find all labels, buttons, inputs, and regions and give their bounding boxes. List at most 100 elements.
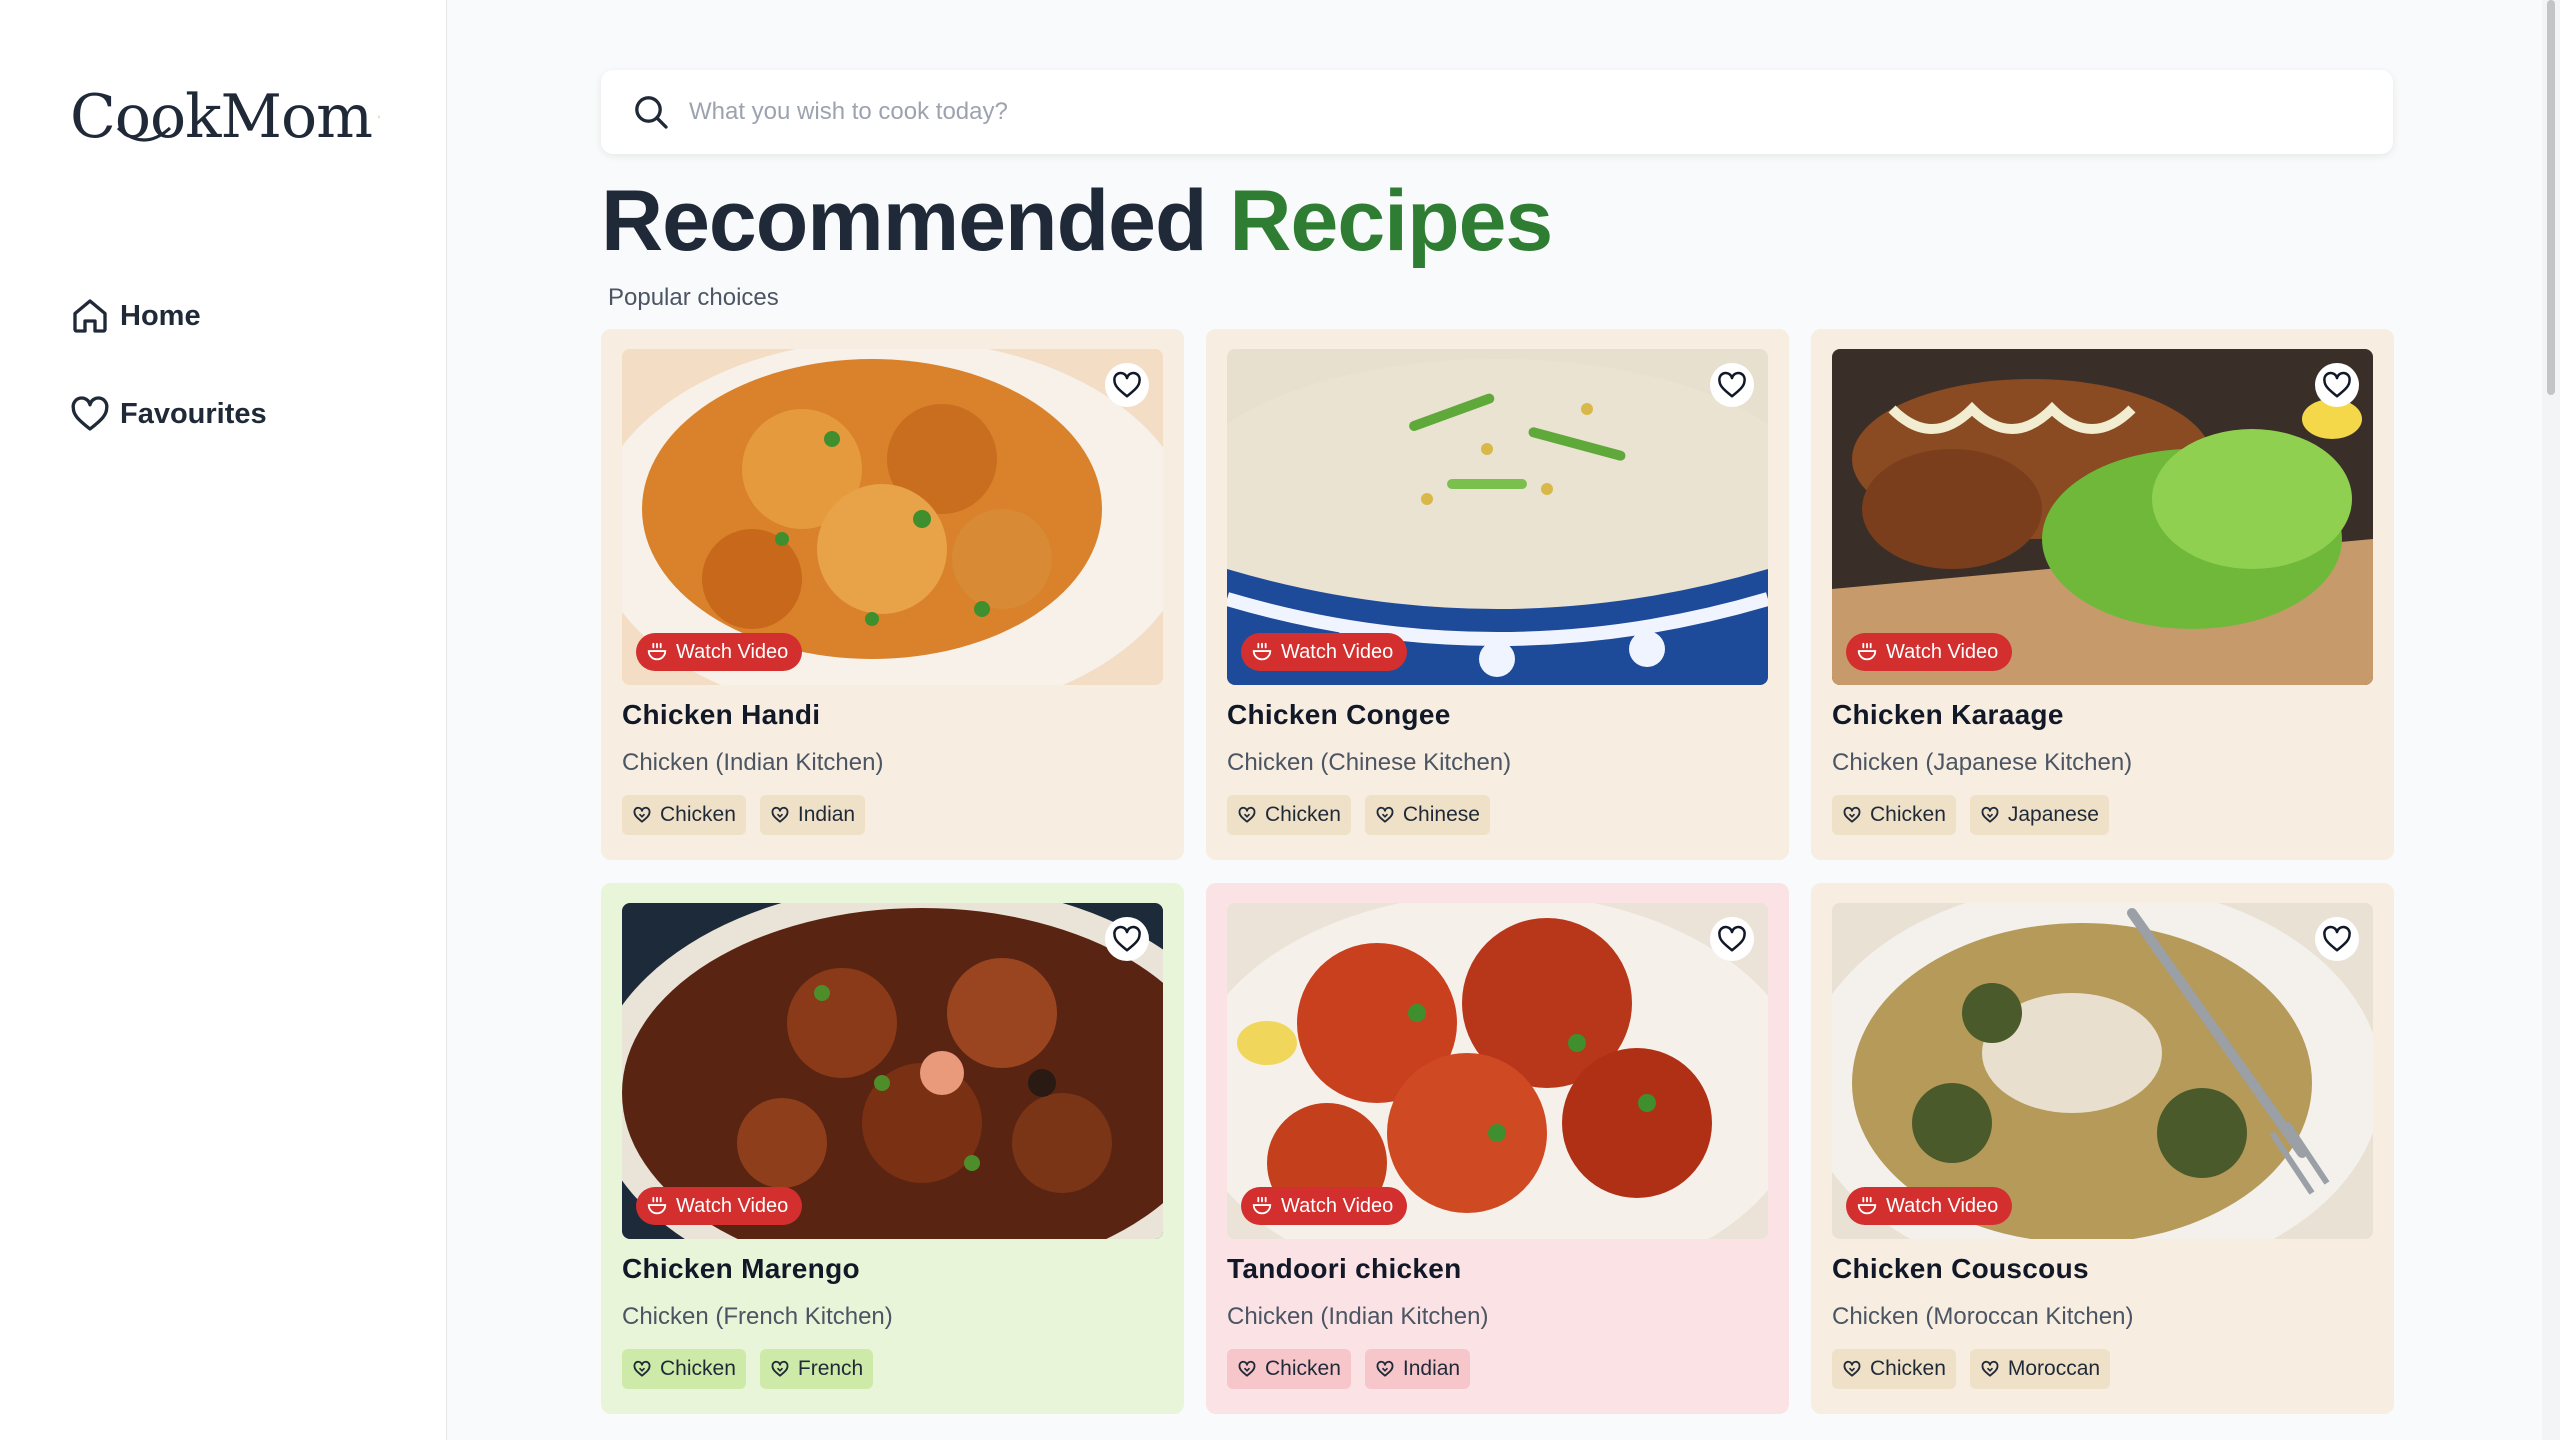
- cooking-pot-icon: [1252, 642, 1272, 661]
- recipe-tag-label: Chicken: [1265, 803, 1341, 826]
- favourite-button[interactable]: [2315, 917, 2359, 961]
- cooking-pot-icon: [1857, 642, 1877, 661]
- cooking-pot-icon: [1857, 1196, 1877, 1215]
- nav-favourites-label: Favourites: [120, 397, 267, 430]
- recipe-title[interactable]: Chicken Marengo: [622, 1253, 1163, 1285]
- recipe-title[interactable]: Chicken Handi: [622, 699, 1163, 731]
- cooking-pot-icon: [647, 1196, 667, 1215]
- cutlery-icon: [378, 115, 380, 119]
- recipe-tag[interactable]: French: [759, 1349, 874, 1389]
- heart-hand-icon: [633, 806, 651, 823]
- search-bar: [601, 70, 2393, 154]
- recipe-title[interactable]: Chicken Couscous: [1832, 1253, 2373, 1285]
- recipe-subtitle: Chicken (Moroccan Kitchen): [1832, 1303, 2134, 1330]
- recipe-card[interactable]: Watch Video Chicken Karaage Chicken (Jap…: [1811, 329, 2394, 860]
- favourite-button[interactable]: [2315, 363, 2359, 407]
- recipe-card[interactable]: Watch Video Chicken Congee Chicken (Chin…: [1206, 329, 1789, 860]
- recipe-card[interactable]: Watch Video Chicken Handi Chicken (India…: [601, 329, 1184, 860]
- recipe-tag[interactable]: Chicken: [1227, 795, 1351, 835]
- watch-video-button[interactable]: Watch Video: [1846, 633, 2013, 671]
- page-title-part1: Recommended: [601, 173, 1207, 269]
- recipe-image[interactable]: Watch Video: [1832, 903, 2373, 1239]
- recipe-tag-label: Chicken: [660, 803, 736, 826]
- heart-icon: [2323, 371, 2351, 398]
- heart-hand-icon: [633, 1360, 651, 1377]
- heart-icon: [1718, 925, 1746, 952]
- favourite-button[interactable]: [1710, 363, 1754, 407]
- watch-video-label: Watch Video: [676, 640, 789, 663]
- recipe-tag[interactable]: Japanese: [1969, 795, 2109, 835]
- recipe-title[interactable]: Chicken Congee: [1227, 699, 1768, 731]
- watch-video-label: Watch Video: [1886, 640, 1999, 663]
- scrollbar-thumb[interactable]: [2547, 0, 2555, 395]
- cooking-pot-icon: [647, 642, 667, 661]
- heart-hand-icon: [1376, 806, 1394, 823]
- recipe-tag[interactable]: Indian: [1364, 1349, 1471, 1389]
- watch-video-label: Watch Video: [1281, 640, 1394, 663]
- recipe-tag[interactable]: Moroccan: [1969, 1349, 2111, 1389]
- heart-hand-icon: [1238, 806, 1256, 823]
- heart-hand-icon: [1981, 1360, 1999, 1377]
- recipe-subtitle: Chicken (Chinese Kitchen): [1227, 749, 1512, 776]
- recipe-tag[interactable]: Chinese: [1364, 795, 1490, 835]
- recipe-image[interactable]: Watch Video: [622, 349, 1163, 685]
- recipe-tag-label: Chicken: [1870, 803, 1946, 826]
- logo-smile-icon: [116, 126, 172, 142]
- watch-video-button[interactable]: Watch Video: [1241, 1187, 1408, 1225]
- page-title-part2: Recipes: [1229, 173, 1553, 269]
- recipe-title[interactable]: Tandoori chicken: [1227, 1253, 1768, 1285]
- favourite-button[interactable]: [1710, 917, 1754, 961]
- heart-hand-icon: [771, 1360, 789, 1377]
- heart-icon: [1113, 925, 1141, 952]
- nav-favourites[interactable]: Favourites: [70, 394, 267, 434]
- recipe-tag[interactable]: Chicken: [1832, 795, 1956, 835]
- recipe-title[interactable]: Chicken Karaage: [1832, 699, 2373, 731]
- cookmom-logo[interactable]: CookMom: [70, 72, 380, 162]
- recipe-card[interactable]: Watch Video Chicken Marengo Chicken (Fre…: [601, 883, 1184, 1414]
- favourite-button[interactable]: [1105, 363, 1149, 407]
- home-icon: [73, 299, 107, 333]
- nav-home[interactable]: Home: [70, 296, 201, 336]
- recipe-tag[interactable]: Chicken: [1832, 1349, 1956, 1389]
- watch-video-label: Watch Video: [1886, 1194, 1999, 1217]
- cooking-pot-icon: [1252, 1196, 1272, 1215]
- recipe-tag[interactable]: Indian: [759, 795, 866, 835]
- recipe-tags: Chicken Moroccan: [1832, 1349, 2373, 1389]
- recipe-subtitle: Chicken (Japanese Kitchen): [1832, 749, 2133, 776]
- recipe-image[interactable]: Watch Video: [1227, 903, 1768, 1239]
- scrollbar[interactable]: [2542, 0, 2560, 1440]
- recipe-card[interactable]: Watch Video Chicken Couscous Chicken (Mo…: [1811, 883, 2394, 1414]
- heart-icon: [71, 396, 109, 431]
- watch-video-button[interactable]: Watch Video: [636, 633, 803, 671]
- recipe-subtitle: Chicken (Indian Kitchen): [622, 749, 884, 776]
- recipe-tag[interactable]: Chicken: [622, 1349, 746, 1389]
- recipe-image[interactable]: Watch Video: [1227, 349, 1768, 685]
- watch-video-button[interactable]: Watch Video: [1241, 633, 1408, 671]
- recipe-tag-label: Indian: [797, 803, 856, 826]
- favourite-button[interactable]: [1105, 917, 1149, 961]
- heart-hand-icon: [1981, 806, 1999, 823]
- recipe-tags: Chicken Indian: [622, 795, 1163, 835]
- recipe-tag[interactable]: Chicken: [1227, 1349, 1351, 1389]
- heart-hand-icon: [771, 806, 789, 823]
- watch-video-label: Watch Video: [676, 1194, 789, 1217]
- watch-video-button[interactable]: Watch Video: [1846, 1187, 2013, 1225]
- recipe-image[interactable]: Watch Video: [1832, 349, 2373, 685]
- recipe-tag-label: Japanese: [2007, 803, 2099, 826]
- heart-icon: [1113, 371, 1141, 398]
- watch-video-button[interactable]: Watch Video: [636, 1187, 803, 1225]
- recipe-tags: Chicken French: [622, 1349, 1163, 1389]
- recipe-subtitle: Chicken (French Kitchen): [622, 1303, 893, 1330]
- search-input[interactable]: [689, 98, 2289, 126]
- page-title: Recommended Recipes: [601, 172, 1553, 271]
- recipe-card[interactable]: Watch Video Tandoori chicken Chicken (In…: [1206, 883, 1789, 1414]
- recipe-tags: Chicken Indian: [1227, 1349, 1768, 1389]
- recipe-image[interactable]: Watch Video: [622, 903, 1163, 1239]
- recipe-tag[interactable]: Chicken: [622, 795, 746, 835]
- recipe-tag-label: Chicken: [1265, 1357, 1341, 1380]
- recipe-tag-label: Chicken: [660, 1357, 736, 1380]
- recipe-tag-label: Indian: [1402, 1357, 1461, 1380]
- search-icon[interactable]: [631, 92, 671, 132]
- heart-hand-icon: [1376, 1360, 1394, 1377]
- recipe-subtitle: Chicken (Indian Kitchen): [1227, 1303, 1489, 1330]
